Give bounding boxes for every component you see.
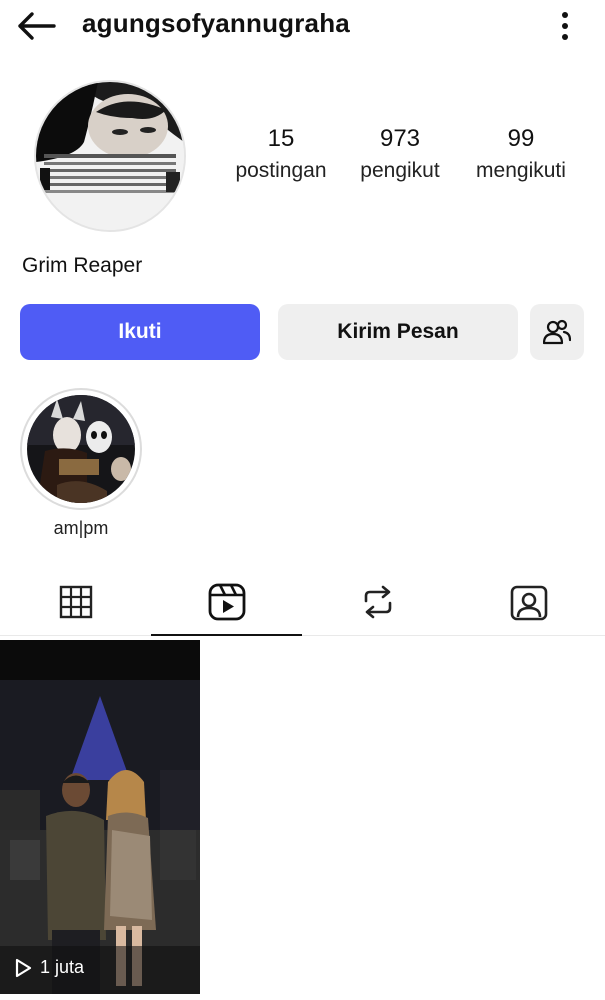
story-highlight[interactable]: am|pm	[20, 388, 142, 539]
reel-thumbnail-image	[0, 640, 200, 994]
stat-followers-label: pengikut	[360, 159, 440, 182]
profile-display-name: Grim Reaper	[22, 254, 143, 277]
tab-posts-grid[interactable]	[0, 570, 151, 634]
profile-tabs	[0, 570, 605, 636]
stat-posts-label: postingan	[235, 159, 327, 182]
reel-thumbnail[interactable]: 1 juta	[0, 640, 200, 994]
stat-followers-count: 973	[379, 125, 421, 152]
arrow-left-icon	[18, 12, 56, 40]
profile-username: agungsofyannugraha	[82, 8, 350, 38]
follow-button[interactable]: Ikuti	[20, 304, 260, 360]
back-button[interactable]	[16, 6, 64, 46]
profile-header: agungsofyannugraha	[0, 0, 605, 56]
stat-posts-count: 15	[267, 125, 295, 152]
highlight-cover	[27, 395, 135, 503]
profile-avatar[interactable]	[34, 80, 186, 232]
tab-reposts[interactable]	[302, 570, 453, 634]
stat-followers[interactable]: 973 pengikut	[350, 124, 450, 186]
reel-view-count: 1 juta	[14, 957, 84, 978]
message-button[interactable]: Kirim Pesan	[278, 304, 518, 360]
grid-icon	[59, 585, 92, 619]
repost-icon	[364, 585, 391, 619]
reel-views-label: 1 juta	[40, 957, 85, 977]
reels-grid: 1 juta	[0, 640, 605, 1000]
highlight-ring	[20, 388, 142, 510]
stat-following[interactable]: 99 mengikuti	[462, 124, 580, 186]
tagged-icon	[510, 585, 547, 621]
more-vertical-icon	[562, 12, 568, 40]
stat-posts[interactable]: 15 postingan	[222, 124, 340, 186]
avatar-photo	[36, 82, 184, 230]
stat-following-label: mengikuti	[476, 159, 566, 182]
tab-tagged[interactable]	[453, 570, 604, 634]
tab-reels[interactable]	[151, 570, 302, 636]
play-icon	[15, 958, 32, 977]
suggested-accounts-button[interactable]	[530, 304, 584, 360]
highlight-label: am|pm	[53, 518, 109, 538]
people-icon	[543, 319, 571, 345]
reels-icon	[208, 583, 245, 621]
profile-stats: 15 postingan 973 pengikut 99 mengikuti	[222, 124, 582, 194]
more-options-button[interactable]	[548, 8, 582, 44]
stat-following-count: 99	[507, 125, 535, 152]
